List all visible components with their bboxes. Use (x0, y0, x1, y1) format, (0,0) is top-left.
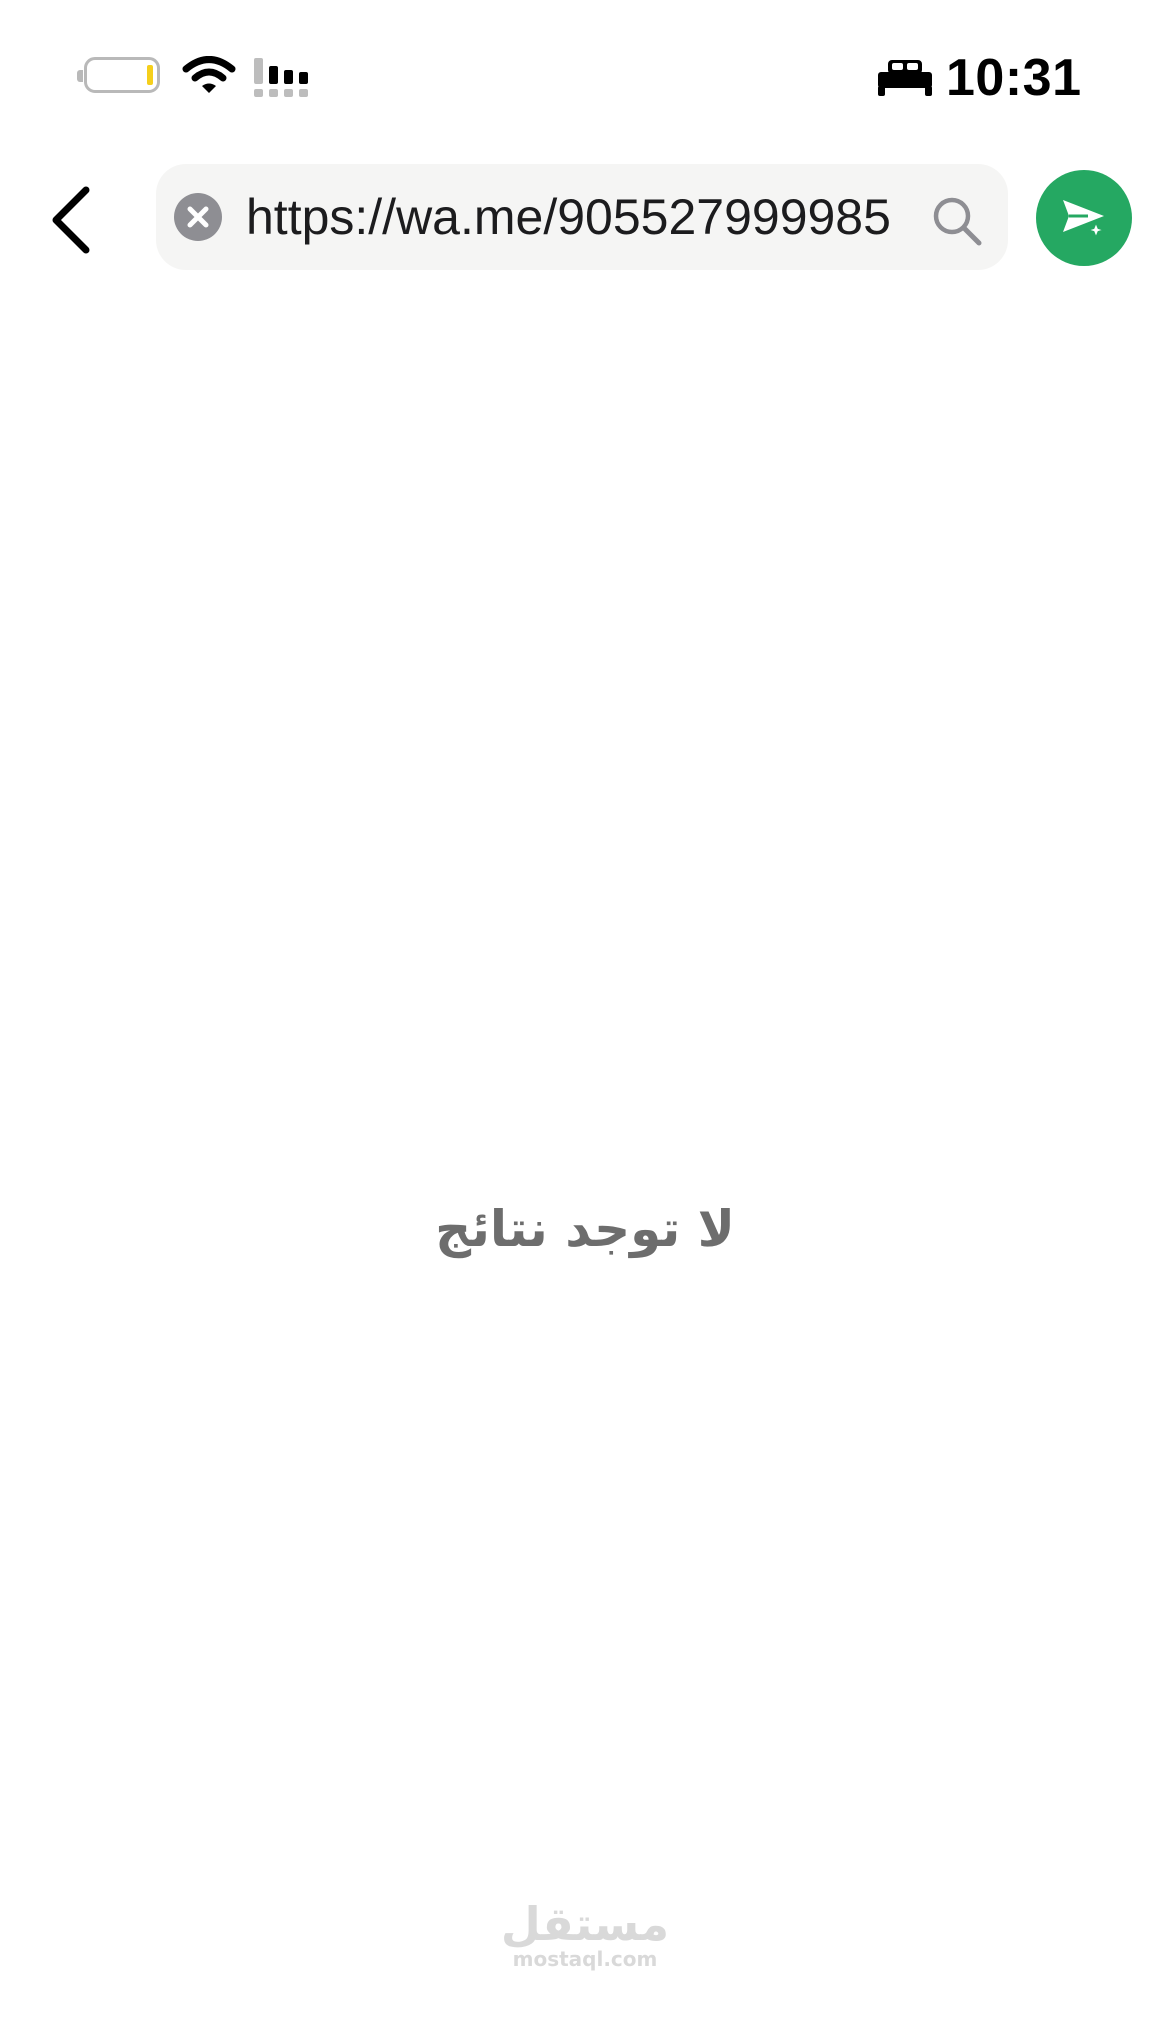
clear-icon (187, 206, 209, 228)
watermark-arabic: مستقل (500, 1897, 670, 1951)
sleep-focus-bed-icon (878, 60, 932, 96)
watermark-latin: mostaql.com (512, 1947, 658, 1971)
clear-search-button[interactable] (174, 193, 222, 241)
status-bar: 10:31 (0, 0, 1170, 150)
send-sparkle-icon (1063, 200, 1108, 241)
watermark-logo: مستقل mostaql.com (485, 1900, 685, 1970)
back-button[interactable] (40, 180, 110, 260)
wifi-icon (182, 56, 236, 93)
cellular-signal-icon (254, 58, 308, 97)
search-header (0, 150, 1170, 280)
status-time: 10:31 (946, 49, 1082, 107)
chevron-left-icon (52, 186, 90, 254)
empty-results-message: لا توجد نتائج (435, 1200, 735, 1258)
search-input[interactable] (246, 184, 926, 250)
search-icon (933, 197, 982, 246)
battery-icon (77, 57, 160, 93)
search-field[interactable] (156, 164, 1008, 270)
send-button[interactable] (1036, 170, 1132, 266)
